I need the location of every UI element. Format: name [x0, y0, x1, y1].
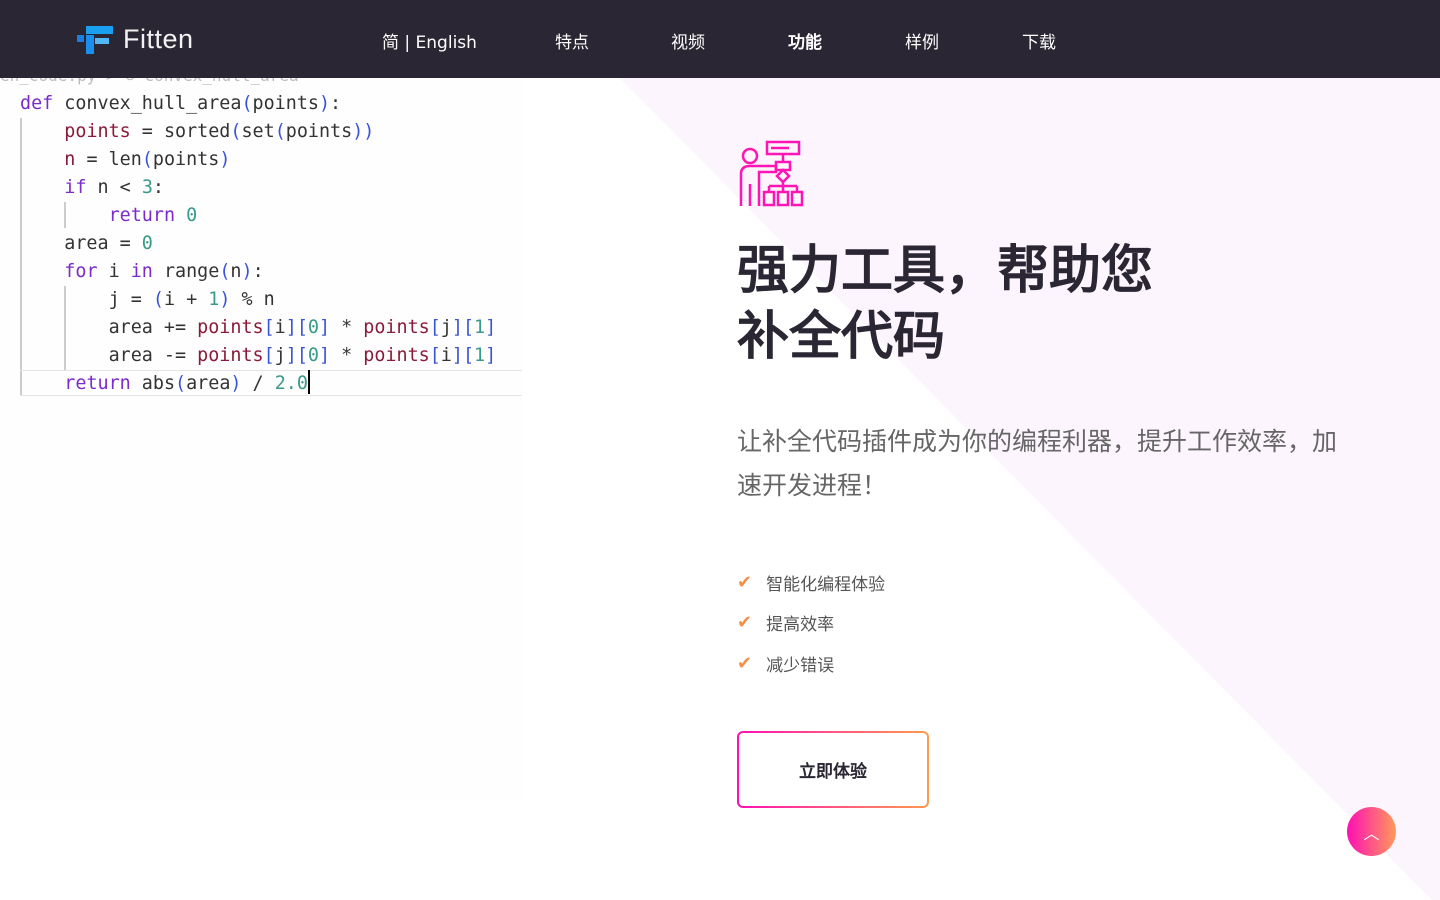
- code-block: def convex_hull_area(points): points = s…: [20, 93, 497, 394]
- fitten-logo-icon: [77, 25, 113, 54]
- code-screenshot: en_code.py > ⊙ convex_hull_area def conv…: [0, 66, 522, 800]
- list-item: ✔ 智能化编程体验: [737, 571, 886, 595]
- logo[interactable]: Fitten: [77, 24, 194, 55]
- check-icon: ✔: [737, 612, 753, 634]
- navbar: Fitten 简 | English 特点 视频 功能 样例 下载: [0, 0, 1440, 78]
- chevron-up-icon: ︿: [1363, 823, 1380, 843]
- back-to-top-button[interactable]: ︿: [1347, 807, 1396, 856]
- list-item: ✔ 提高效率: [737, 612, 835, 636]
- nav-examples[interactable]: 样例: [905, 28, 939, 53]
- nav-download[interactable]: 下载: [1022, 28, 1056, 53]
- try-now-button[interactable]: 立即体验: [737, 731, 929, 808]
- check-icon: ✔: [737, 652, 753, 674]
- presenter-flowchart-icon: [739, 140, 804, 207]
- nav-video[interactable]: 视频: [671, 28, 705, 53]
- hero-title: 强力工具，帮助您 补全代码: [737, 241, 1154, 367]
- brand-name: Fitten: [123, 24, 194, 54]
- nav-language[interactable]: 简 | English: [382, 28, 477, 53]
- list-item: ✔ 减少错误: [737, 652, 835, 676]
- check-icon: ✔: [737, 571, 753, 593]
- nav-features[interactable]: 特点: [555, 28, 589, 53]
- feature-list: ✔ 智能化编程体验 ✔ 提高效率 ✔ 减少错误: [737, 562, 885, 684]
- nav-functions[interactable]: 功能: [788, 28, 822, 53]
- hero-subtitle: 让补全代码插件成为你的编程利器，提升工作效率，加速开发进程！: [737, 427, 1338, 500]
